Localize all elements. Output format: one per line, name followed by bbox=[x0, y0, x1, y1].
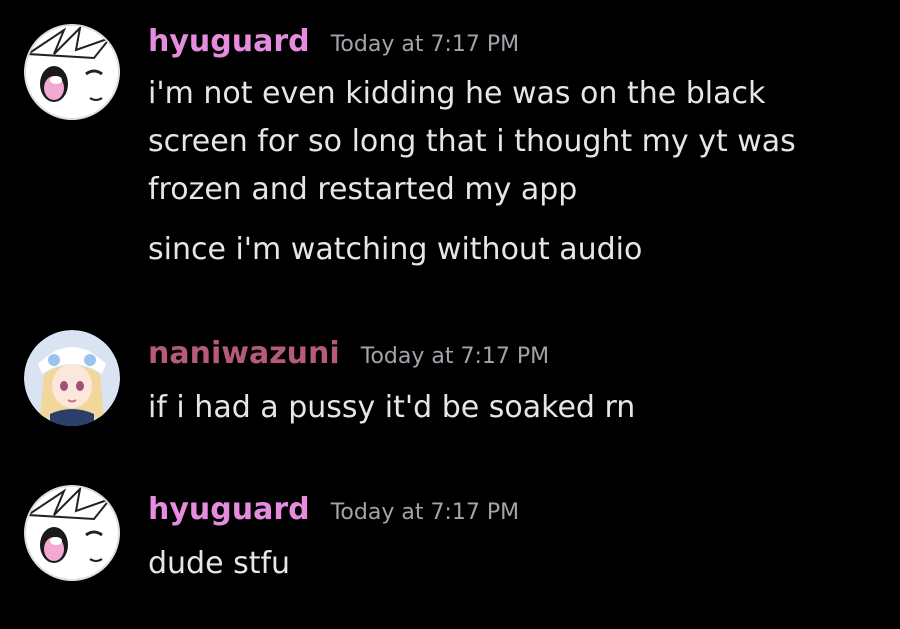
avatar[interactable] bbox=[24, 24, 120, 120]
message-text: since i'm watching without audio bbox=[148, 232, 643, 267]
message-text: i'm not even kidding he was on the black bbox=[148, 76, 766, 111]
message-text: if i had a pussy it'd be soaked rn bbox=[148, 390, 636, 425]
anime-face-avatar-icon bbox=[24, 485, 120, 581]
timestamp: Today at 7:17 PM bbox=[360, 344, 550, 369]
username[interactable]: naniwazuni bbox=[148, 336, 340, 371]
avatar[interactable] bbox=[24, 330, 120, 426]
message-header: hyuguard Today at 7:17 PM bbox=[148, 24, 519, 59]
timestamp: Today at 7:17 PM bbox=[330, 32, 520, 57]
username[interactable]: hyuguard bbox=[148, 24, 310, 59]
message-text: frozen and restarted my app bbox=[148, 172, 578, 207]
message-text: dude stfu bbox=[148, 546, 291, 581]
avatar[interactable] bbox=[24, 485, 120, 581]
message-header: hyuguard Today at 7:17 PM bbox=[148, 492, 519, 527]
message-header: naniwazuni Today at 7:17 PM bbox=[148, 336, 549, 371]
anime-face-avatar-icon bbox=[24, 24, 120, 120]
timestamp: Today at 7:17 PM bbox=[330, 500, 520, 525]
message-text: screen for so long that i thought my yt … bbox=[148, 124, 796, 159]
username[interactable]: hyuguard bbox=[148, 492, 310, 527]
anime-girl-avatar-icon bbox=[24, 330, 120, 426]
